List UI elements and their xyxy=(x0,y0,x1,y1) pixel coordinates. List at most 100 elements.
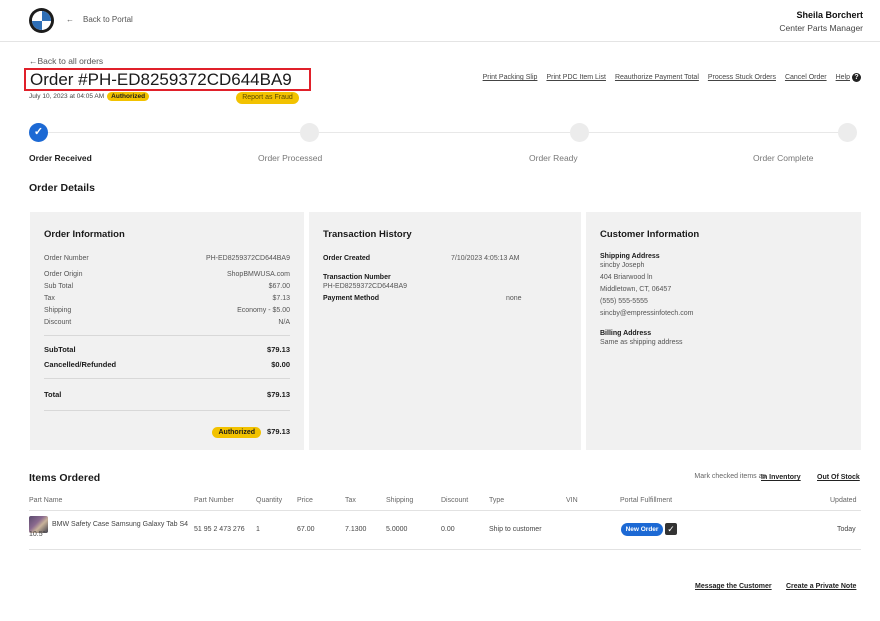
billing-address-text: Same as shipping address xyxy=(600,339,683,346)
part-number: 51 95 2 473 276 xyxy=(194,526,245,533)
payment-method-label: Payment Method xyxy=(323,295,380,302)
subtotal-row: SubTotal $79.13 xyxy=(44,342,290,357)
info-value: ShopBMWUSA.com xyxy=(226,271,290,278)
order-created-row: Order Created 7/10/2023 4:05:13 AM xyxy=(323,253,567,265)
info-value: PH-ED8259372CD644BA9 xyxy=(205,255,290,262)
info-row: Shipping Economy - $5.00 xyxy=(44,305,290,317)
step-ready-dot xyxy=(570,123,589,142)
arrow-left-icon: ← xyxy=(29,56,38,66)
in-inventory-link[interactable]: In Inventory xyxy=(761,474,801,481)
item-checkbox[interactable]: ✓ xyxy=(665,523,677,535)
shipping-line: (555) 555-5555 xyxy=(600,298,648,305)
subtotal-value: $79.13 xyxy=(267,345,290,354)
info-row: Order Number PH-ED8259372CD644BA9 xyxy=(44,253,290,265)
divider xyxy=(44,410,290,411)
tax: 7.1300 xyxy=(345,526,367,533)
authorized-total-row: Authorized $79.13 xyxy=(44,426,290,438)
step-label-complete: Order Complete xyxy=(753,153,814,163)
billing-address-label: Billing Address xyxy=(600,330,652,337)
user-name[interactable]: Sheila Borchert xyxy=(796,10,863,20)
transaction-number-value: PH-ED8259372CD644BA9 xyxy=(323,283,408,290)
info-row: Discount N/A xyxy=(44,317,290,329)
column-header: Updated xyxy=(830,497,857,504)
total-row: Total $79.13 xyxy=(44,387,290,402)
part-name[interactable]: BMW Safety Case Samsung Galaxy Tab S4 10… xyxy=(29,520,189,540)
subtotal-label: SubTotal xyxy=(44,345,76,354)
info-label: Order Number xyxy=(44,255,89,262)
cancelled-label: Cancelled/Refunded xyxy=(44,360,117,369)
step-processed-dot xyxy=(300,123,319,142)
panel-title: Order Information xyxy=(44,229,125,240)
process-stuck-orders-link[interactable]: Process Stuck Orders xyxy=(708,74,776,81)
items-ordered-title: Items Ordered xyxy=(29,472,101,484)
create-private-note-link[interactable]: Create a Private Note xyxy=(786,583,856,590)
transaction-history-panel: Transaction History Order Created 7/10/2… xyxy=(309,212,581,450)
column-header: Price xyxy=(297,497,313,504)
cancelled-value: $0.00 xyxy=(271,360,290,369)
shipping-line: 404 Briarwood ln xyxy=(600,274,653,281)
print-packing-slip-link[interactable]: Print Packing Slip xyxy=(483,74,538,81)
cancelled-row: Cancelled/Refunded $0.00 xyxy=(44,357,290,372)
column-header: Tax xyxy=(345,497,356,504)
order-progress: ✓ Order Received Order Processed Order R… xyxy=(0,120,880,170)
total-label: Total xyxy=(44,390,62,399)
step-label-processed: Order Processed xyxy=(258,153,323,163)
customer-information-panel: Customer Information Shipping Address si… xyxy=(586,212,861,450)
panel-title: Transaction History xyxy=(323,229,412,240)
column-header: VIN xyxy=(566,497,578,504)
out-of-stock-link[interactable]: Out Of Stock xyxy=(817,474,860,481)
back-to-orders-label: Back to all orders xyxy=(37,56,104,66)
help-link[interactable]: Help? xyxy=(836,73,861,82)
cancel-order-link[interactable]: Cancel Order xyxy=(785,74,827,81)
info-label: Discount xyxy=(44,319,72,326)
info-row: Sub Total $67.00 xyxy=(44,281,290,293)
order-date-row: July 10, 2023 at 04:05 AM Authorized xyxy=(29,92,150,101)
column-header: Part Number xyxy=(194,497,234,504)
fulfillment-status-badge[interactable]: New Order xyxy=(621,523,663,536)
payment-method-value: none xyxy=(506,295,522,302)
order-created-label: Order Created xyxy=(323,255,371,262)
info-value: $7.13 xyxy=(272,295,290,302)
order-created-value: 7/10/2023 4:05:13 AM xyxy=(451,255,520,262)
shipping-email: sincby@empressinfotech.com xyxy=(600,310,694,317)
back-to-orders-link[interactable]: ←Back to all orders xyxy=(29,56,103,66)
help-label[interactable]: Help xyxy=(836,74,850,81)
authorized-amount: $79.13 xyxy=(267,427,290,436)
shipping-line: Middletown, CT, 06457 xyxy=(600,286,672,293)
table-header-divider xyxy=(29,510,861,511)
back-to-portal-label: Back to Portal xyxy=(83,15,133,24)
order-actions: Print Packing Slip Print PDC Item List R… xyxy=(483,73,861,82)
column-header: Discount xyxy=(441,497,469,504)
step-received-check-icon: ✓ xyxy=(29,123,48,142)
step-complete-dot xyxy=(838,123,857,142)
order-title: Order #PH-ED8259372CD644BA9 xyxy=(24,68,311,91)
info-value: $67.00 xyxy=(268,283,290,290)
info-value: Economy - $5.00 xyxy=(237,307,290,314)
column-header: Type xyxy=(489,497,505,504)
payment-method-row: Payment Method none xyxy=(323,293,567,305)
authorized-badge: Authorized xyxy=(212,426,262,438)
back-to-portal-link[interactable]: ← Back to Portal xyxy=(66,15,133,24)
step-label-received: Order Received xyxy=(29,153,92,163)
reauthorize-payment-link[interactable]: Reauthorize Payment Total xyxy=(615,74,699,81)
transaction-number-label: Transaction Number xyxy=(323,274,391,281)
message-customer-link[interactable]: Message the Customer xyxy=(695,583,772,590)
divider xyxy=(44,335,290,336)
info-row: Tax $7.13 xyxy=(44,293,290,305)
column-header: Shipping xyxy=(386,497,414,504)
info-row: Order Origin ShopBMWUSA.com xyxy=(44,269,290,281)
column-header: Portal Fulfillment xyxy=(620,497,673,504)
mark-items-text: Mark checked items as xyxy=(694,473,766,480)
info-label: Sub Total xyxy=(44,283,74,290)
report-fraud-button[interactable]: Report as Fraud xyxy=(236,92,299,104)
print-pdc-item-list-link[interactable]: Print PDC Item List xyxy=(546,74,606,81)
order-information-panel: Order Information Order Number PH-ED82593… xyxy=(30,212,304,450)
info-label: Tax xyxy=(44,295,55,302)
bmw-logo-icon[interactable] xyxy=(29,8,54,33)
shipping-line: sincby Joseph xyxy=(600,262,645,269)
price: 67.00 xyxy=(297,526,315,533)
order-date: July 10, 2023 at 04:05 AM xyxy=(29,93,105,100)
help-icon[interactable]: ? xyxy=(852,73,861,82)
progress-line xyxy=(40,132,848,133)
updated: Today xyxy=(837,526,856,533)
